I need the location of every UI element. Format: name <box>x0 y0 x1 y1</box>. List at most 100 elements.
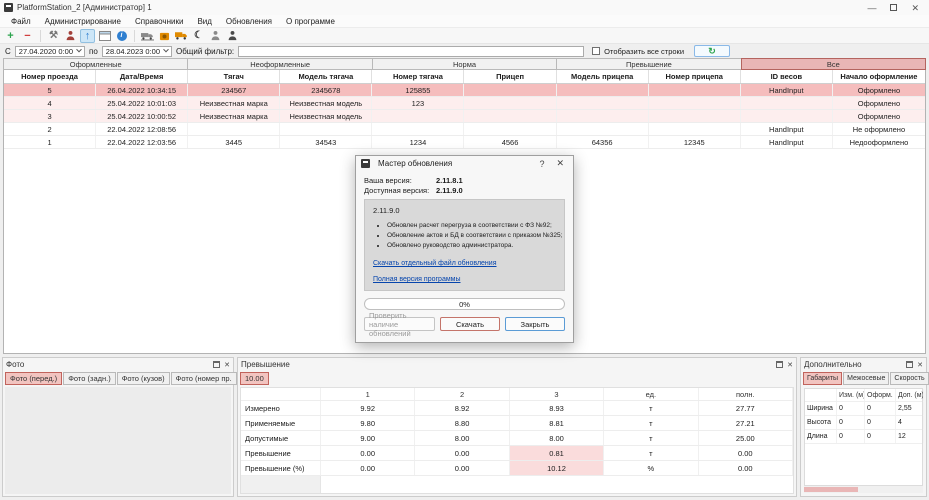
scrollbar-thumb[interactable] <box>804 487 858 492</box>
cell <box>649 84 741 96</box>
column-header[interactable]: Номер прицепа <box>649 70 741 83</box>
app-icon <box>4 3 13 12</box>
close-button[interactable]: Закрыть <box>505 317 565 331</box>
table-row[interactable]: 4 25.04.2022 10:01:03 Неизвестная марка … <box>4 97 925 110</box>
tab-speed[interactable]: Скорость <box>890 372 928 385</box>
general-filter-input[interactable] <box>238 46 584 57</box>
application-window: PlatformStation_2 [Администратор] 1 — ✕ … <box>0 0 929 500</box>
column-header[interactable]: Начало оформление <box>833 70 925 83</box>
excess-row[interactable]: Допустимые 9.00 8.00 8.00 т 25.00 <box>241 431 793 446</box>
table-row[interactable]: 5 26.04.2022 10:34:15 234567 2345678 125… <box>4 84 925 97</box>
column-header[interactable]: Тягач <box>188 70 280 83</box>
close-panel-icon[interactable]: ✕ <box>224 361 230 369</box>
help-icon[interactable]: ? <box>535 159 548 169</box>
users-icon[interactable] <box>225 29 240 43</box>
crescent-icon[interactable]: ☾ <box>191 29 206 43</box>
tab-photo-body[interactable]: Фото (кузов) <box>117 372 170 385</box>
remove-icon[interactable]: − <box>20 29 35 43</box>
cell: 0.00 <box>699 446 793 460</box>
cell: 2,55 <box>896 402 924 415</box>
show-all-rows-checkbox[interactable] <box>592 47 600 55</box>
row-label: Применяемые <box>241 416 321 430</box>
tab-photo-rear[interactable]: Фото (задн.) <box>63 372 116 385</box>
date-to-label: по <box>89 47 98 56</box>
float-panel-icon[interactable] <box>906 361 913 368</box>
cell: 25.04.2022 10:00:52 <box>96 110 188 122</box>
column-header[interactable]: Прицеп <box>464 70 556 83</box>
cell <box>649 110 741 122</box>
refresh-button[interactable]: ↻ <box>694 45 730 57</box>
operator-icon[interactable] <box>63 29 78 43</box>
download-button[interactable]: Скачать <box>440 317 500 331</box>
tab-excess-value[interactable]: 10.00 <box>240 372 269 385</box>
dimensions-row[interactable]: Длина 0 0 12 <box>805 430 922 444</box>
dimensions-row[interactable]: Высота 0 0 4 <box>805 416 922 430</box>
date-from-combo[interactable]: 27.04.2020 0:00 <box>15 46 85 57</box>
truck-icon[interactable] <box>174 29 189 43</box>
table-row[interactable]: 3 25.04.2022 10:00:52 Неизвестная марка … <box>4 110 925 123</box>
weighbridge-icon[interactable] <box>140 29 155 43</box>
menu-directories[interactable]: Справочники <box>128 15 190 28</box>
check-updates-button[interactable]: Проверить наличие обновлений <box>364 317 435 331</box>
cell: 25.00 <box>699 431 793 445</box>
tools-icon[interactable]: ⚒ <box>46 29 61 43</box>
close-icon[interactable]: ✕ <box>552 158 568 169</box>
table-row[interactable]: 1 22.04.2022 12:03:56 3445 34543 1234 45… <box>4 136 925 149</box>
cell: 8.00 <box>510 431 604 445</box>
changelog-version: 2.11.9.0 <box>373 206 556 215</box>
excess-row[interactable]: Превышение 0.00 0.00 0.81 т 0.00 <box>241 446 793 461</box>
cell: 9.92 <box>321 401 415 415</box>
cell: 2 <box>4 123 96 135</box>
menu-updates[interactable]: Обновления <box>219 15 279 28</box>
arrow-up-icon[interactable]: ↑ <box>80 29 95 43</box>
menu-bar: Файл Администрирование Справочники Вид О… <box>0 15 929 28</box>
column-header[interactable]: ID весов <box>741 70 833 83</box>
tab-dimensions[interactable]: Габариты <box>803 372 842 385</box>
tab-norm[interactable]: Норма <box>372 58 556 70</box>
toolbar-separator <box>134 30 135 42</box>
column-header[interactable]: Номер тягача <box>372 70 464 83</box>
user-icon[interactable] <box>208 29 223 43</box>
close-panel-icon[interactable]: ✕ <box>787 361 793 369</box>
excess-panel: Превышение ✕ 10.00 1 2 3 ед. полн. Измер… <box>237 357 797 497</box>
date-to-combo[interactable]: 28.04.2023 0:00 <box>102 46 172 57</box>
full-version-link[interactable]: Полная версия программы <box>373 276 556 283</box>
cargo-icon[interactable] <box>157 29 172 43</box>
changelog-box: 2.11.9.0 Обновлен расчет перегруза в соо… <box>364 199 565 291</box>
tab-unregistered[interactable]: Неоформленные <box>187 58 371 70</box>
maximize-icon[interactable] <box>890 4 897 11</box>
add-icon[interactable]: + <box>3 29 18 43</box>
dimensions-row[interactable]: Ширина 0 0 2,55 <box>805 402 922 416</box>
tab-photo-plate[interactable]: Фото (номер пр. <box>171 372 237 385</box>
table-row[interactable]: 2 22.04.2022 12:08:56 HandInput Не оформ… <box>4 123 925 136</box>
menu-administration[interactable]: Администрирование <box>38 15 128 28</box>
tab-photo-front[interactable]: Фото (перед.) <box>5 372 62 385</box>
column-header[interactable]: Модель прицепа <box>557 70 649 83</box>
column-header[interactable]: Номер проезда <box>4 70 96 83</box>
excess-row[interactable]: Применяемые 9.80 8.80 8.81 т 27.21 <box>241 416 793 431</box>
column-header[interactable]: Модель тягача <box>280 70 372 83</box>
menu-view[interactable]: Вид <box>190 15 218 28</box>
info-icon[interactable]: i <box>114 29 129 43</box>
tab-all[interactable]: Все <box>741 58 926 70</box>
menu-file[interactable]: Файл <box>4 15 38 28</box>
close-icon[interactable]: ✕ <box>911 3 919 13</box>
window-icon[interactable] <box>97 29 112 43</box>
tab-excess[interactable]: Превышение <box>556 58 740 70</box>
tab-registered[interactable]: Оформленные <box>3 58 187 70</box>
download-update-file-link[interactable]: Скачать отдельный файл обновления <box>373 260 556 267</box>
column-header[interactable]: Дата/Время <box>96 70 188 83</box>
minimize-icon[interactable]: — <box>867 3 876 13</box>
row-label: Превышение (%) <box>241 461 321 475</box>
excess-row[interactable]: Измерено 9.92 8.92 8.93 т 27.77 <box>241 401 793 416</box>
close-panel-icon[interactable]: ✕ <box>917 361 923 369</box>
window-title: PlatformStation_2 [Администратор] 1 <box>17 3 152 12</box>
cell: ед. <box>604 388 698 400</box>
tab-axles[interactable]: Межосевые <box>843 372 889 385</box>
float-panel-icon[interactable] <box>213 361 220 368</box>
excess-row[interactable]: Превышение (%) 0.00 0.00 10.12 % 0.00 <box>241 461 793 476</box>
cell: 9.00 <box>321 431 415 445</box>
cell: 0 <box>865 416 896 429</box>
menu-about[interactable]: О программе <box>279 15 342 28</box>
float-panel-icon[interactable] <box>776 361 783 368</box>
